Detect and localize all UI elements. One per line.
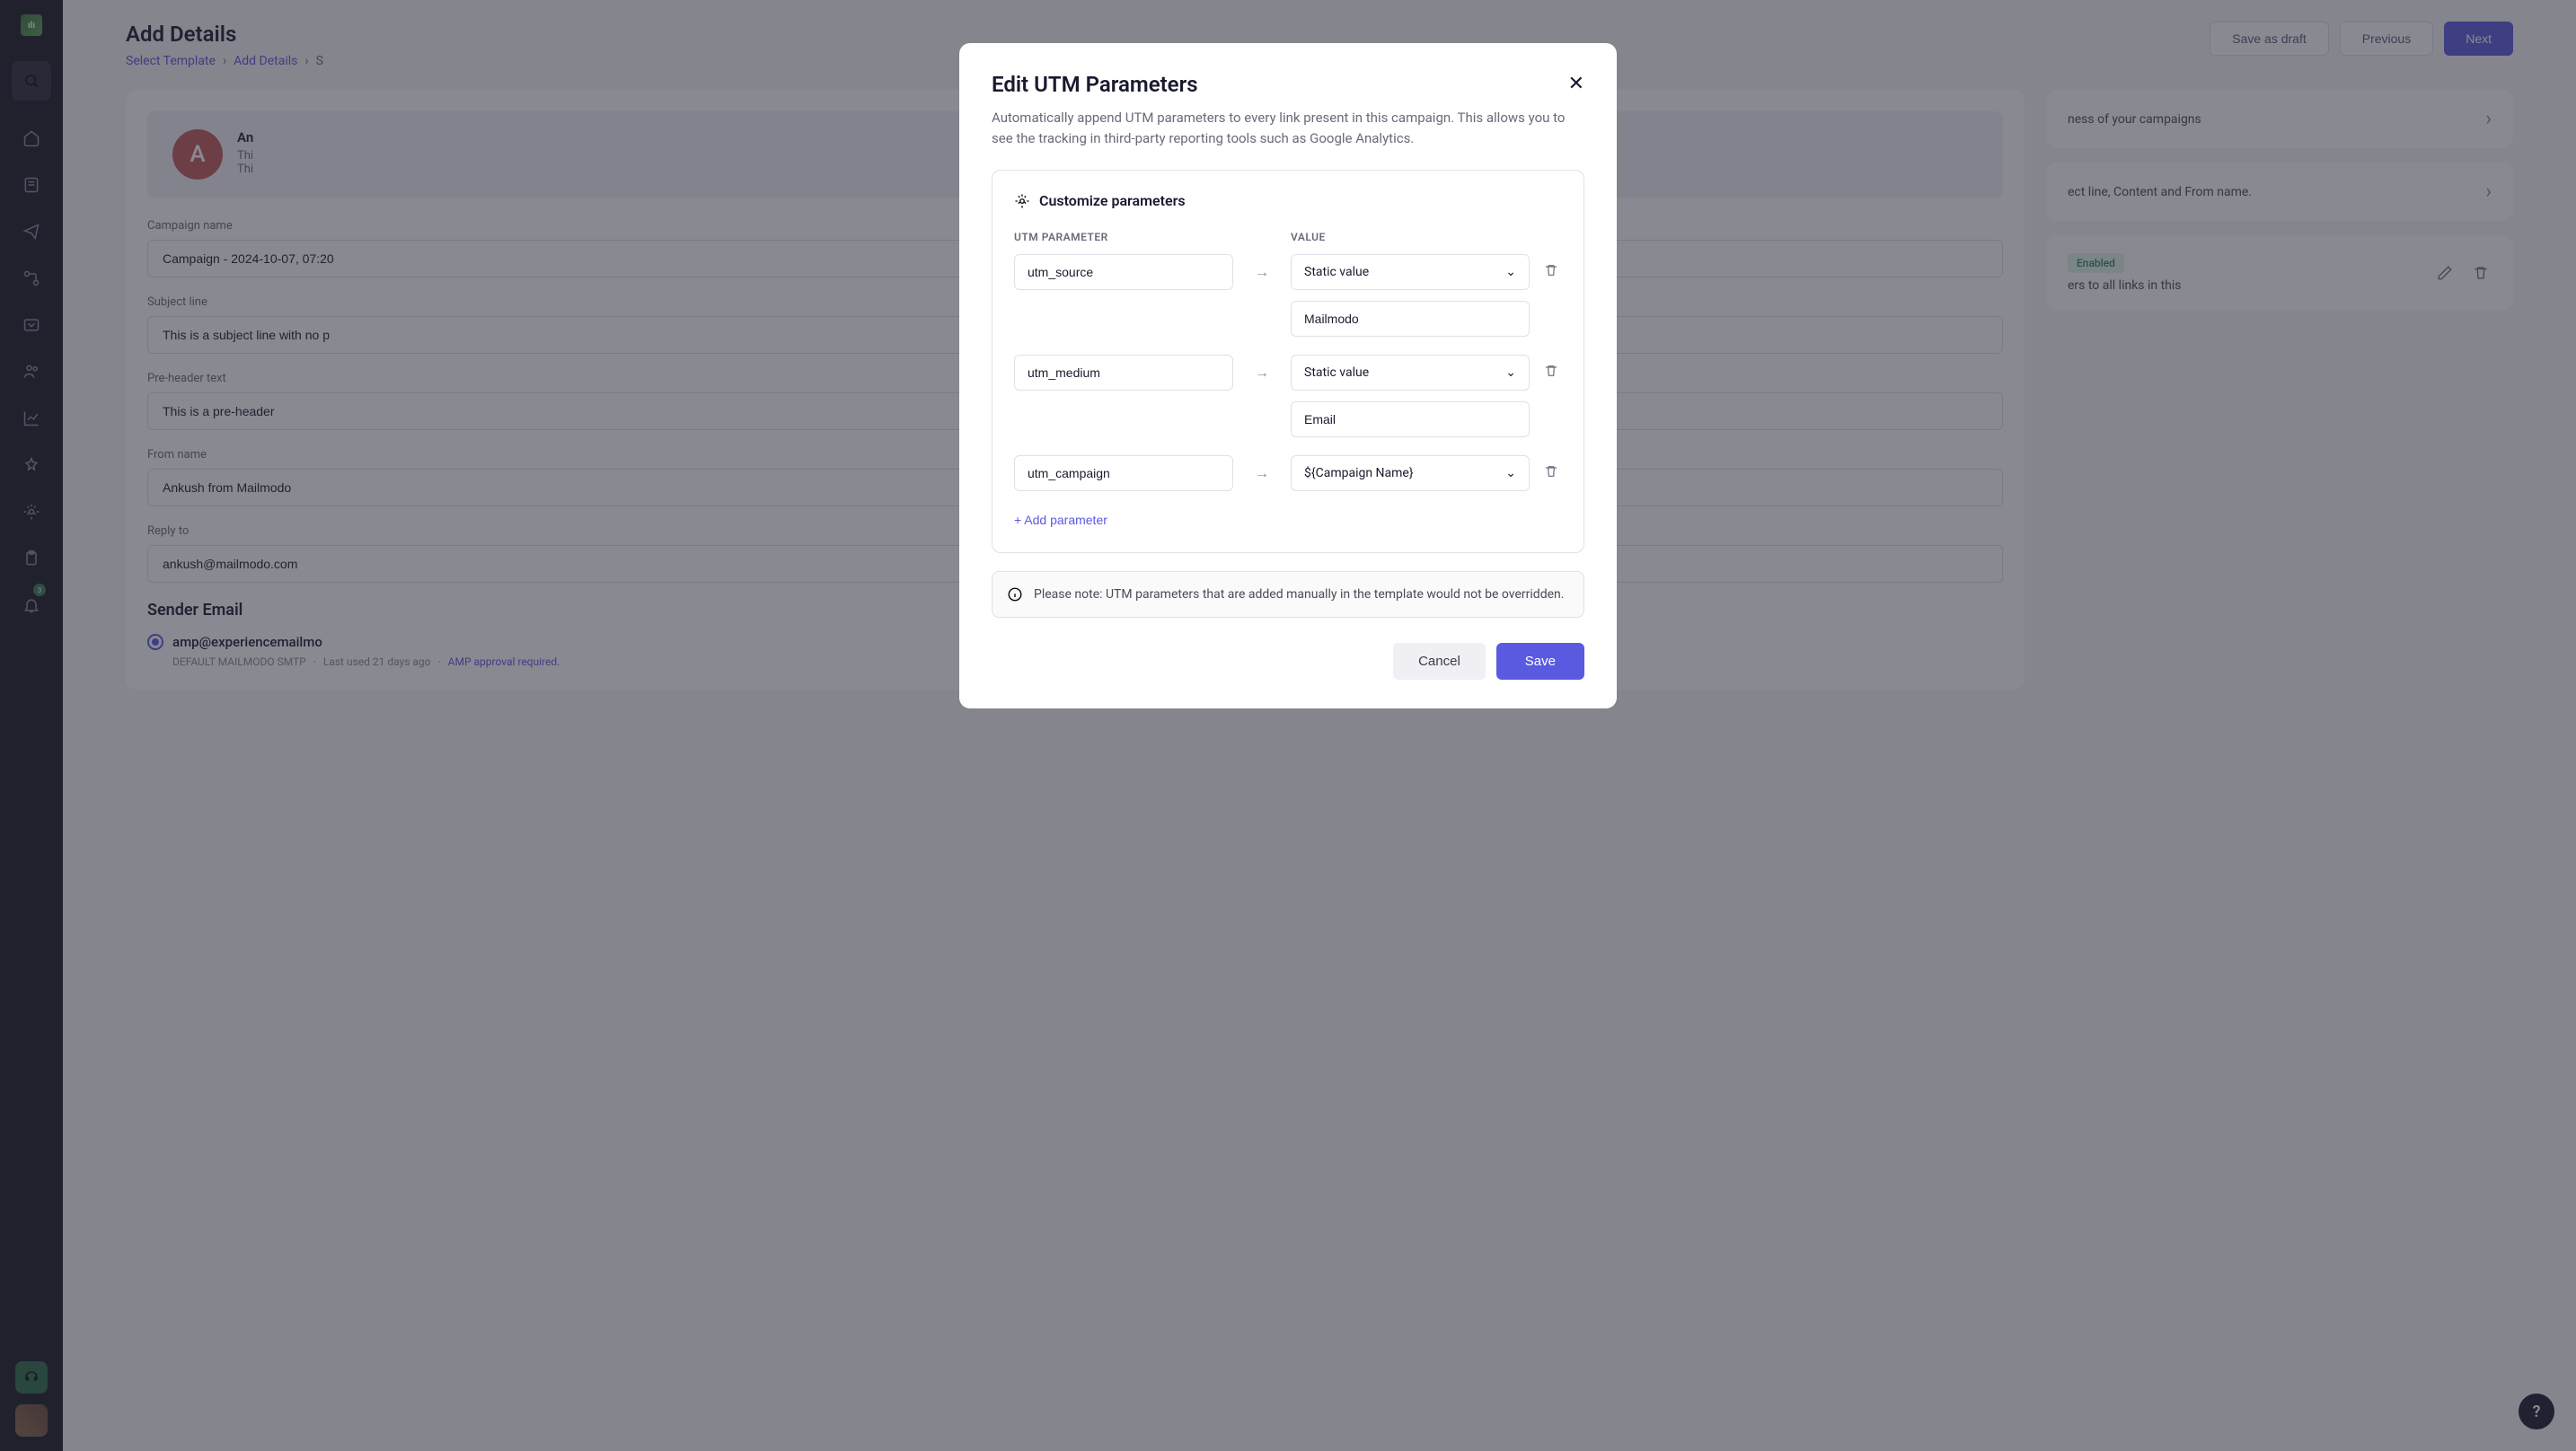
delete-param-button[interactable] <box>1544 263 1562 281</box>
chevron-down-icon: ⌄ <box>1505 466 1516 480</box>
param-name-input[interactable] <box>1014 254 1233 290</box>
modal-title: Edit UTM Parameters <box>992 72 1198 97</box>
col-value-header: VALUE <box>1291 231 1562 243</box>
save-button[interactable]: Save <box>1496 643 1584 680</box>
modal-description: Automatically append UTM parameters to e… <box>992 108 1584 148</box>
customize-heading: Customize parameters <box>1039 192 1186 209</box>
note-box: Please note: UTM parameters that are add… <box>992 571 1584 618</box>
param-value-input[interactable] <box>1291 301 1530 337</box>
trash-icon <box>1544 364 1558 378</box>
add-parameter-button[interactable]: + Add parameter <box>1014 509 1107 531</box>
param-row: → ${Campaign Name} ⌄ <box>1014 455 1562 491</box>
delete-param-button[interactable] <box>1544 464 1562 482</box>
param-name-input[interactable] <box>1014 355 1233 391</box>
arrow-icon: → <box>1248 364 1276 382</box>
param-row: → Static value ⌄ <box>1014 254 1562 290</box>
col-param-header: UTM PARAMETER <box>1014 231 1233 243</box>
arrow-icon: → <box>1248 464 1276 482</box>
modal-close-button[interactable]: ✕ <box>1568 72 1584 95</box>
trash-icon <box>1544 464 1558 479</box>
param-type-select[interactable]: ${Campaign Name} ⌄ <box>1291 455 1530 491</box>
utm-modal: Edit UTM Parameters ✕ Automatically appe… <box>959 43 1617 708</box>
delete-param-button[interactable] <box>1544 364 1562 382</box>
modal-overlay: Edit UTM Parameters ✕ Automatically appe… <box>0 0 2576 1451</box>
note-text: Please note: UTM parameters that are add… <box>1034 587 1564 602</box>
param-type-select[interactable]: Static value ⌄ <box>1291 254 1530 290</box>
param-name-input[interactable] <box>1014 455 1233 491</box>
gear-icon <box>1014 193 1030 209</box>
chevron-down-icon: ⌄ <box>1505 365 1516 380</box>
trash-icon <box>1544 263 1558 277</box>
info-icon <box>1007 586 1023 602</box>
param-row: → Static value ⌄ <box>1014 355 1562 391</box>
chevron-down-icon: ⌄ <box>1505 265 1516 279</box>
param-type-select[interactable]: Static value ⌄ <box>1291 355 1530 391</box>
param-value-input[interactable] <box>1291 401 1530 437</box>
arrow-icon: → <box>1248 263 1276 281</box>
cancel-button[interactable]: Cancel <box>1393 643 1486 680</box>
